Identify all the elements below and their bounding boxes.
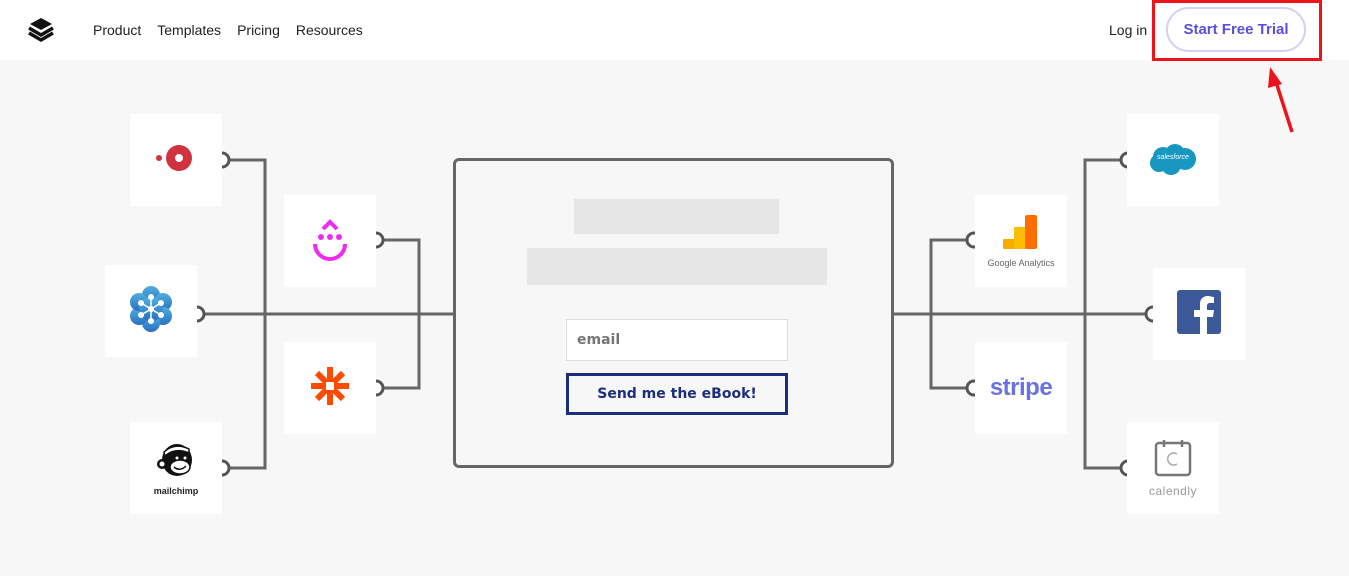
integration-tile-zapier [284, 342, 376, 434]
integration-tile-google-analytics: Google Analytics [975, 195, 1067, 287]
zapier-asterisk-icon [310, 366, 350, 411]
integration-tile-salesforce: salesforce [1127, 114, 1219, 206]
subheadline-placeholder [527, 248, 827, 285]
form-preview-card: Send me the eBook! [453, 158, 894, 468]
integration-tile-drip [284, 195, 376, 287]
mailchimp-monkey-icon [155, 440, 197, 485]
integration-tile-mailchimp: mailchimp [130, 422, 222, 514]
podia-dot-icon [154, 143, 198, 178]
email-input[interactable] [566, 319, 788, 361]
salesforce-label: salesforce [1157, 154, 1189, 161]
nav-link-resources[interactable]: Resources [296, 21, 363, 39]
integration-tile-facebook [1153, 268, 1245, 360]
nav-link-pricing[interactable]: Pricing [237, 21, 280, 39]
drip-smile-icon [310, 215, 350, 268]
send-ebook-button[interactable]: Send me the eBook! [566, 373, 788, 415]
salesforce-cloud-icon: salesforce [1149, 143, 1197, 177]
nav-links: Product Templates Pricing Resources [93, 21, 379, 39]
integration-tile-stripe: stripe [975, 342, 1067, 434]
layers-logo-icon[interactable] [24, 17, 58, 43]
nav-link-templates[interactable]: Templates [157, 21, 221, 39]
top-nav: Product Templates Pricing Resources Log … [0, 0, 1349, 60]
headline-placeholder [574, 199, 779, 234]
integration-tile-gotowebinar [105, 265, 197, 357]
login-link[interactable]: Log in [1109, 21, 1147, 39]
integration-tile-podia [130, 114, 222, 206]
stripe-wordmark-icon: stripe [989, 374, 1053, 401]
facebook-f-icon [1177, 289, 1221, 339]
integration-tile-calendly: calendly [1127, 422, 1219, 514]
calendly-label: calendly [1148, 483, 1198, 498]
nav-link-product[interactable]: Product [93, 21, 141, 39]
mailchimp-label: mailchimp [153, 486, 199, 496]
calendly-calendar-icon [1154, 439, 1192, 482]
annotation-highlight-box [1152, 0, 1322, 61]
google-analytics-label: Google Analytics [987, 257, 1055, 268]
google-analytics-bars-icon [1003, 214, 1039, 254]
gotowebinar-flower-icon [127, 285, 175, 338]
